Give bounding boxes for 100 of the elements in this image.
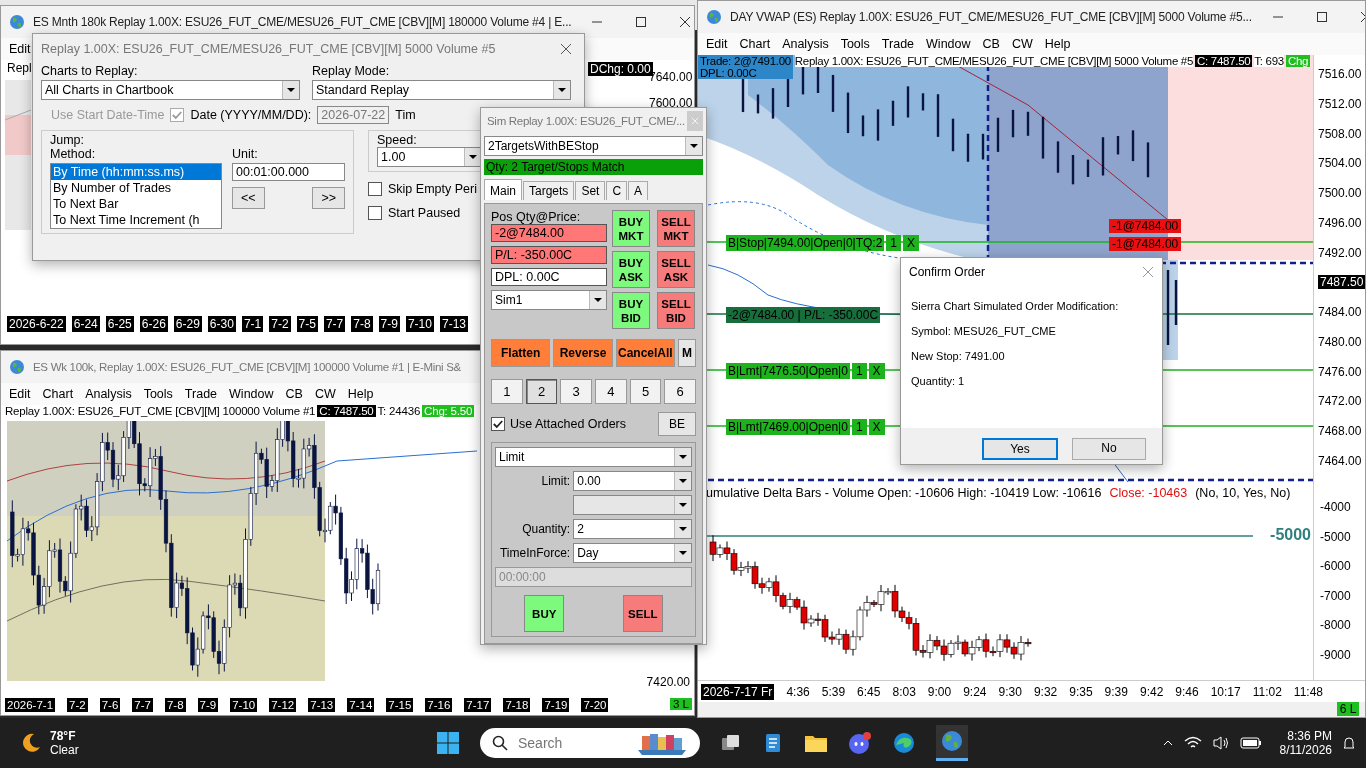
- limit-price-field[interactable]: 0.00: [573, 471, 692, 491]
- menu-item[interactable]: Chart: [36, 387, 80, 401]
- dialog-button[interactable]: Yes: [982, 438, 1058, 460]
- group-label: Speed:: [377, 133, 418, 147]
- price-label: 7516.00: [1318, 67, 1363, 81]
- charts-dropdown[interactable]: All Charts in Chartbook: [41, 80, 300, 100]
- time-label: 9:42: [1139, 684, 1164, 699]
- daily-pl-field: DPL: 0.00C: [491, 268, 607, 286]
- date-label: 7-2: [269, 316, 291, 332]
- buy-button[interactable]: BUY MKT: [612, 210, 650, 247]
- sell-button[interactable]: SELL: [622, 595, 663, 632]
- tab[interactable]: Set: [575, 181, 606, 200]
- menu-item[interactable]: Window: [223, 387, 280, 401]
- sell-button[interactable]: SELL ASK: [657, 251, 695, 288]
- dialog-button[interactable]: No: [1072, 438, 1146, 460]
- list-item[interactable]: By Time (hh:mm:ss.ms): [51, 164, 221, 180]
- study-close-value: Close: -10463: [1109, 486, 1188, 500]
- list-item[interactable]: To Next Bar: [51, 196, 221, 212]
- time-label: 11:48: [1293, 684, 1323, 699]
- action-button[interactable]: Flatten: [491, 339, 551, 367]
- buy-button[interactable]: BUY BID: [612, 292, 650, 329]
- order-label[interactable]: B|Lmt|7469.00|Open|0: [726, 419, 850, 435]
- date-field[interactable]: 2026-07-22: [317, 106, 390, 124]
- quantity-preset-button[interactable]: 4: [595, 379, 627, 404]
- date-label: 6-29: [173, 316, 202, 332]
- order-type-dropdown[interactable]: Limit: [495, 447, 692, 467]
- checkbox-label: Use Attached Orders: [510, 417, 627, 431]
- price-label: 7500.00: [1318, 186, 1363, 201]
- menu-item[interactable]: Analysis: [79, 387, 138, 401]
- list-item[interactable]: By Number of Trades: [51, 180, 221, 196]
- list-item[interactable]: To Next Time Increment (h: [51, 212, 221, 228]
- mode-dropdown[interactable]: Standard Replay: [312, 80, 571, 100]
- field-label: Unit:: [232, 147, 259, 161]
- method-list[interactable]: By Time (hh:mm:ss.ms) By Number of Trades To Next Bar To Next Time Increment (h: [50, 163, 222, 229]
- price-label: 7492.00: [1318, 245, 1363, 260]
- menu-button[interactable]: M: [678, 339, 696, 367]
- unit-field[interactable]: 00:01:00.000: [232, 163, 345, 181]
- quantity-preset-button[interactable]: 6: [664, 379, 697, 404]
- position-field: -2@7484.00: [491, 224, 607, 242]
- cancel-order-button[interactable]: X: [868, 363, 885, 379]
- sell-button[interactable]: SELL BID: [657, 292, 695, 329]
- time-in-force-dropdown[interactable]: Day: [573, 543, 692, 563]
- menu-item[interactable]: Help: [1038, 37, 1077, 51]
- action-button[interactable]: CancelAll: [615, 339, 675, 367]
- tab[interactable]: Main: [484, 179, 522, 200]
- buy-button[interactable]: BUY ASK: [612, 251, 650, 288]
- menu-item[interactable]: CB: [279, 387, 309, 401]
- time-label: 6:45: [857, 684, 881, 699]
- fill-marker: -1@7484.00: [1109, 219, 1182, 233]
- sell-button[interactable]: SELL MKT: [657, 210, 695, 247]
- account-dropdown[interactable]: Sim1: [491, 290, 607, 310]
- menu-item[interactable]: CW: [1005, 37, 1039, 51]
- tab[interactable]: C: [606, 181, 628, 200]
- quantity-preset-button[interactable]: 5: [629, 379, 662, 404]
- menu-item[interactable]: CB: [976, 37, 1006, 51]
- cancel-order-button[interactable]: X: [868, 419, 885, 435]
- chart-info-text: Replay 1.00X: ESU26_FUT_CME/MESU26_FUT_CME [CBV][M] 5000 Volume #5: [794, 55, 1194, 67]
- order-label[interactable]: B|Stop|7494.00|Open|0|TQ:2: [726, 235, 885, 251]
- order-label[interactable]: B|Lmt|7476.50|Open|0: [726, 363, 850, 379]
- message-text: Quantity: 1: [911, 375, 966, 387]
- menu-item[interactable]: Help: [341, 387, 380, 401]
- date-label: 7-13: [308, 698, 336, 712]
- menu-item[interactable]: Window: [920, 37, 977, 51]
- tab[interactable]: A: [628, 181, 649, 200]
- breakeven-button[interactable]: BE: [658, 412, 696, 436]
- study-parameters: (No, 10, Yes, No): [1195, 486, 1291, 500]
- strategy-dropdown[interactable]: 2TargetsWithBEStop: [484, 136, 703, 156]
- menu-item[interactable]: Tools: [137, 387, 179, 401]
- menu-item[interactable]: Tools: [834, 37, 876, 51]
- buy-button[interactable]: BUY: [524, 595, 565, 632]
- cancel-order-button[interactable]: X: [903, 235, 920, 251]
- field-label: Charts to Replay:: [41, 64, 139, 78]
- field-label: Tim: [395, 108, 416, 122]
- quantity-preset-button[interactable]: 2: [525, 379, 558, 404]
- price-label: 7508.00: [1318, 126, 1363, 141]
- order-quantity: 1: [851, 419, 867, 435]
- quantity-preset-button[interactable]: 3: [560, 379, 592, 404]
- date-label: 7-9: [197, 698, 219, 712]
- date-label: 7-20: [581, 698, 609, 712]
- menu-item[interactable]: Trade: [875, 37, 921, 51]
- time-label: 11:02: [1252, 684, 1282, 699]
- price-label: 7480.00: [1318, 334, 1363, 349]
- menu-item[interactable]: Trade: [178, 387, 224, 401]
- menu-item[interactable]: Edit: [3, 387, 37, 401]
- close-price-label: C: 7487.50: [1195, 55, 1253, 67]
- quantity-preset-button[interactable]: 1: [491, 379, 523, 404]
- speed-dropdown[interactable]: 1.00: [377, 147, 482, 167]
- search-box[interactable]: Search: [480, 728, 700, 758]
- menu-item[interactable]: CW: [308, 387, 342, 401]
- menu-item[interactable]: Edit: [700, 37, 734, 51]
- menu-item[interactable]: Chart: [733, 37, 777, 51]
- field-label: Quantity:: [521, 522, 571, 536]
- tab[interactable]: Targets: [523, 181, 575, 200]
- search-input[interactable]: Search: [516, 734, 630, 752]
- menu-item[interactable]: Analysis: [776, 37, 835, 51]
- change-label: Chg: [1285, 55, 1311, 67]
- forward-button[interactable]: >>: [312, 187, 345, 209]
- quantity-field[interactable]: 2: [573, 519, 692, 539]
- back-button[interactable]: <<: [232, 187, 265, 209]
- action-button[interactable]: Reverse: [553, 339, 613, 367]
